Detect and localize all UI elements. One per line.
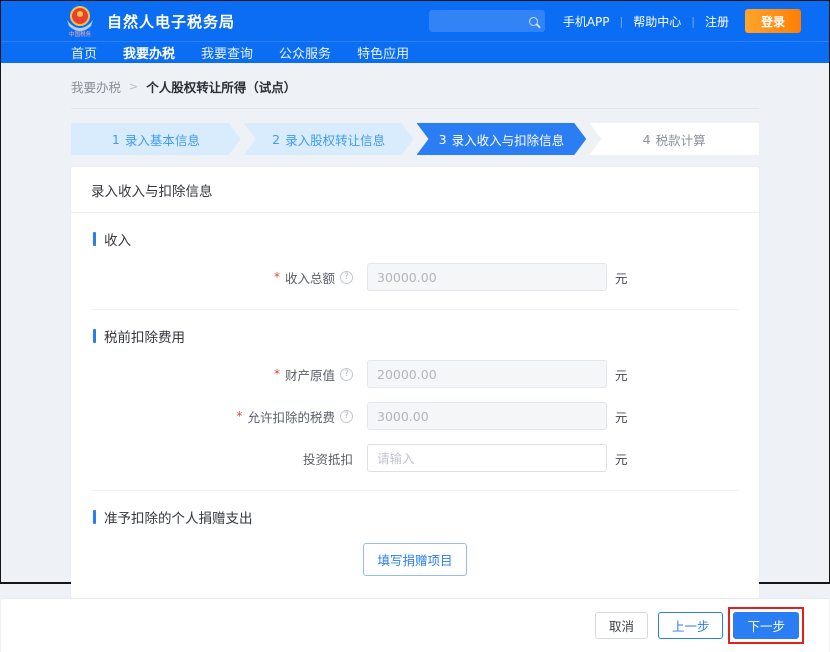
field-label: * 允许扣除的税费 bbox=[71, 407, 353, 426]
footer-action-bar: 取消 上一步 下一步 bbox=[1, 598, 829, 652]
field-label: 投资抵扣 bbox=[71, 449, 353, 468]
main-nav: 首页 我要办税 我要查询 公众服务 特色应用 bbox=[1, 41, 829, 63]
field-row-allowed-tax: * 允许扣除的税费 元 bbox=[71, 402, 759, 430]
step-number: 3 bbox=[439, 132, 447, 147]
field-row-investment-offset: 投资抵扣 元 bbox=[71, 444, 759, 472]
unit-label: 元 bbox=[615, 365, 628, 384]
allowed-tax-input[interactable] bbox=[367, 402, 607, 430]
section-divider bbox=[91, 490, 739, 491]
field-label-text: 财产原值 bbox=[285, 365, 335, 384]
required-asterisk: * bbox=[274, 271, 280, 283]
field-label-text: 允许扣除的税费 bbox=[247, 407, 335, 426]
unit-label: 元 bbox=[615, 407, 628, 426]
required-asterisk: * bbox=[236, 410, 242, 422]
logo-caption: 中国税务 bbox=[69, 30, 92, 38]
previous-step-button[interactable]: 上一步 bbox=[658, 612, 724, 639]
step-label: 录入股权转让信息 bbox=[285, 130, 385, 149]
step-label: 录入收入与扣除信息 bbox=[452, 130, 565, 149]
search-icon[interactable] bbox=[529, 17, 538, 26]
step-number: 2 bbox=[272, 132, 280, 147]
form-panel: 录入收入与扣除信息 收入 * 收入总额 元 税前扣除费用 * 财产原值 bbox=[71, 167, 759, 598]
section-divider bbox=[91, 309, 739, 310]
next-step-button[interactable]: 下一步 bbox=[733, 612, 799, 639]
field-label-text: 收入总额 bbox=[285, 268, 335, 287]
investment-offset-input[interactable] bbox=[367, 444, 607, 472]
nav-item-public-service[interactable]: 公众服务 bbox=[279, 43, 331, 62]
step-1-basic-info: 1 录入基本信息 bbox=[71, 123, 241, 155]
field-row-total-income: * 收入总额 元 bbox=[71, 263, 759, 291]
link-register[interactable]: 注册 bbox=[705, 13, 729, 30]
link-separator: | bbox=[691, 15, 695, 28]
field-label-text: 投资抵扣 bbox=[303, 449, 353, 468]
link-help-center[interactable]: 帮助中心 bbox=[633, 13, 681, 30]
help-icon[interactable] bbox=[340, 368, 353, 381]
section-bar-icon bbox=[93, 232, 96, 246]
breadcrumb-parent[interactable]: 我要办税 bbox=[71, 77, 121, 96]
panel-title: 录入收入与扣除信息 bbox=[71, 167, 759, 213]
breadcrumb-separator-icon: > bbox=[129, 80, 138, 93]
step-label: 录入基本信息 bbox=[125, 130, 200, 149]
step-number: 4 bbox=[643, 132, 651, 147]
section-income-title: 收入 bbox=[104, 229, 131, 249]
breadcrumb: 我要办税 > 个人股权转让所得（试点） bbox=[1, 63, 829, 109]
nav-item-taxation[interactable]: 我要办税 bbox=[123, 43, 175, 62]
login-button[interactable]: 登录 bbox=[745, 9, 801, 33]
section-income: 收入 bbox=[93, 229, 759, 249]
nav-item-home[interactable]: 首页 bbox=[71, 43, 97, 62]
section-bar-icon bbox=[93, 510, 96, 524]
top-links: 手机APP | 帮助中心 | 注册 bbox=[563, 13, 729, 30]
step-3-income-deduction-info: 3 录入收入与扣除信息 bbox=[417, 123, 587, 155]
search-input[interactable] bbox=[429, 10, 545, 32]
field-label: * 收入总额 bbox=[71, 268, 353, 287]
unit-label: 元 bbox=[615, 449, 628, 468]
property-value-input[interactable] bbox=[367, 360, 607, 388]
tax-bureau-logo-icon: 中国税务 bbox=[63, 4, 97, 38]
field-row-property-value: * 财产原值 元 bbox=[71, 360, 759, 388]
section-deduction-title: 税前扣除费用 bbox=[104, 326, 185, 346]
section-donation-title: 准予扣除的个人捐赠支出 bbox=[104, 507, 253, 527]
fill-donation-items-button[interactable]: 填写捐赠项目 bbox=[363, 543, 466, 576]
step-number: 1 bbox=[112, 132, 120, 147]
top-header: 中国税务 自然人电子税务局 手机APP | 帮助中心 | 注册 登录 bbox=[1, 1, 829, 41]
page: 中国税务 自然人电子税务局 手机APP | 帮助中心 | 注册 登录 首页 我要… bbox=[0, 0, 830, 584]
step-label: 税款计算 bbox=[656, 130, 706, 149]
step-indicator: 1 录入基本信息 2 录入股权转让信息 3 录入收入与扣除信息 4 税款计算 bbox=[71, 123, 759, 155]
step-4-tax-calculation: 4 税款计算 bbox=[589, 123, 759, 155]
step-2-equity-transfer-info: 2 录入股权转让信息 bbox=[244, 123, 414, 155]
required-asterisk: * bbox=[274, 368, 280, 380]
field-label: * 财产原值 bbox=[71, 365, 353, 384]
cancel-button[interactable]: 取消 bbox=[595, 612, 648, 639]
app-title: 自然人电子税务局 bbox=[107, 11, 235, 32]
help-icon[interactable] bbox=[340, 410, 353, 423]
nav-item-featured-apps[interactable]: 特色应用 bbox=[357, 43, 409, 62]
link-mobile-app[interactable]: 手机APP bbox=[563, 13, 610, 30]
unit-label: 元 bbox=[615, 268, 628, 287]
section-deduction: 税前扣除费用 bbox=[93, 326, 759, 346]
breadcrumb-current: 个人股权转让所得（试点） bbox=[146, 77, 296, 96]
help-icon[interactable] bbox=[340, 271, 353, 284]
section-bar-icon bbox=[93, 329, 96, 343]
link-separator: | bbox=[620, 15, 624, 28]
section-donation: 准予扣除的个人捐赠支出 bbox=[93, 507, 759, 527]
nav-item-query[interactable]: 我要查询 bbox=[201, 43, 253, 62]
total-income-input[interactable] bbox=[367, 263, 607, 291]
